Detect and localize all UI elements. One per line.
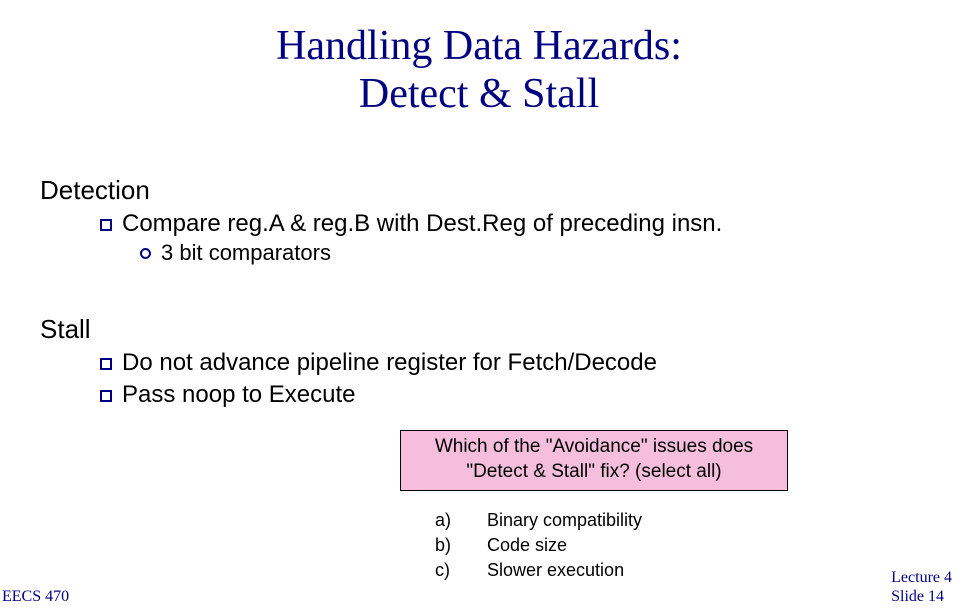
footer-course: EECS 470 <box>2 588 69 606</box>
title-line-1: Handling Data Hazards: <box>0 22 958 70</box>
footer-lecture: Lecture 4 Slide 14 <box>891 569 952 606</box>
option-text: Binary compatibility <box>487 510 642 531</box>
footer-lecture-line2: Slide 14 <box>891 588 952 606</box>
square-bullet-icon <box>100 358 112 370</box>
detection-sub-bullet-row: 3 bit comparators <box>140 240 958 266</box>
option-a: a) Binary compatibility <box>435 510 642 531</box>
detection-sub-text: 3 bit comparators <box>161 240 331 266</box>
stall-bullet-2-text: Pass noop to Execute <box>122 381 355 409</box>
option-text: Slower execution <box>487 560 624 581</box>
option-letter: c) <box>435 560 487 581</box>
option-letter: b) <box>435 535 487 556</box>
option-b: b) Code size <box>435 535 642 556</box>
stall-bullet-1-text: Do not advance pipeline register for Fet… <box>122 349 657 377</box>
circle-bullet-icon <box>140 248 151 259</box>
stall-bullet-2-row: Pass noop to Execute <box>100 381 958 409</box>
answer-options: a) Binary compatibility b) Code size c) … <box>435 510 642 585</box>
option-c: c) Slower execution <box>435 560 642 581</box>
option-letter: a) <box>435 510 487 531</box>
square-bullet-icon <box>100 219 112 231</box>
title-line-2: Detect & Stall <box>0 70 958 118</box>
stall-bullet-1-row: Do not advance pipeline register for Fet… <box>100 349 958 377</box>
footer-lecture-line1: Lecture 4 <box>891 569 952 587</box>
callout-line-2: "Detect & Stall" fix? (select all) <box>409 460 779 485</box>
callout-line-1: Which of the "Avoidance" issues does <box>409 435 779 460</box>
detection-heading: Detection <box>40 175 958 206</box>
option-text: Code size <box>487 535 567 556</box>
slide: Handling Data Hazards: Detect & Stall De… <box>0 0 958 612</box>
square-bullet-icon <box>100 390 112 402</box>
detection-bullet-text: Compare reg.A & reg.B with Dest.Reg of p… <box>122 210 722 238</box>
question-callout: Which of the "Avoidance" issues does "De… <box>400 430 788 491</box>
stall-heading: Stall <box>40 314 958 345</box>
slide-title: Handling Data Hazards: Detect & Stall <box>0 0 958 119</box>
detection-bullet-row: Compare reg.A & reg.B with Dest.Reg of p… <box>100 210 958 238</box>
